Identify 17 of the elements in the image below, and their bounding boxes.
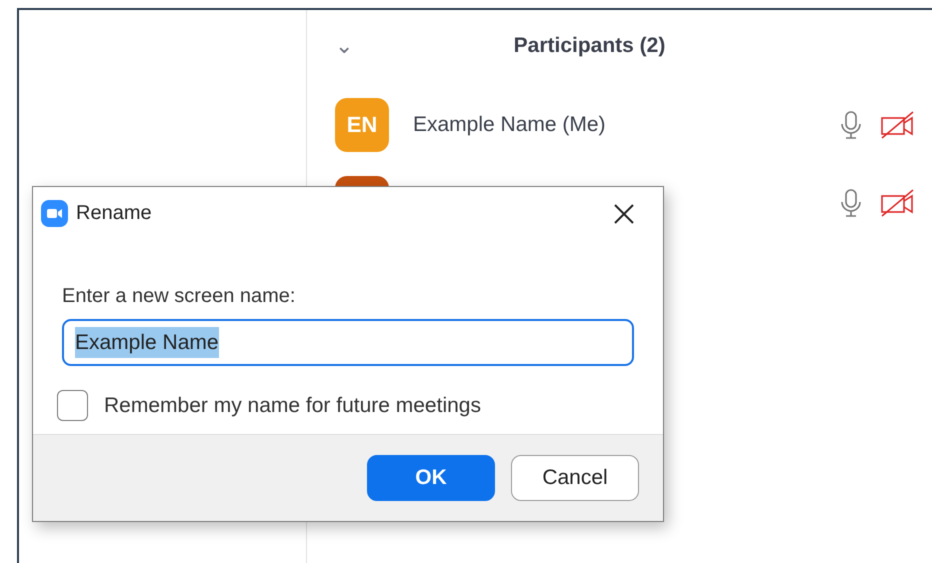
microphone-icon[interactable] bbox=[838, 110, 864, 140]
app-logo-icon bbox=[41, 200, 68, 226]
avatar: EN bbox=[335, 98, 389, 152]
cancel-button[interactable]: Cancel bbox=[511, 454, 639, 501]
ok-button[interactable]: OK bbox=[367, 454, 495, 501]
close-icon bbox=[613, 203, 635, 226]
checkbox[interactable] bbox=[57, 390, 88, 422]
field-label: Enter a new screen name: bbox=[62, 284, 296, 309]
microphone-icon[interactable] bbox=[838, 188, 864, 218]
panel-title: Participants (2) bbox=[514, 33, 666, 59]
checkbox-label[interactable]: Remember my name for future meetings bbox=[104, 390, 481, 422]
collapse-chevron[interactable]: ⌄ bbox=[335, 34, 365, 57]
dialog-title: Rename bbox=[76, 201, 152, 226]
input-field[interactable]: Example Name bbox=[62, 319, 634, 366]
participant-name: Example Name (Me) bbox=[413, 112, 606, 138]
video-camera-icon[interactable] bbox=[880, 188, 914, 218]
video-camera-icon[interactable] bbox=[880, 110, 914, 140]
